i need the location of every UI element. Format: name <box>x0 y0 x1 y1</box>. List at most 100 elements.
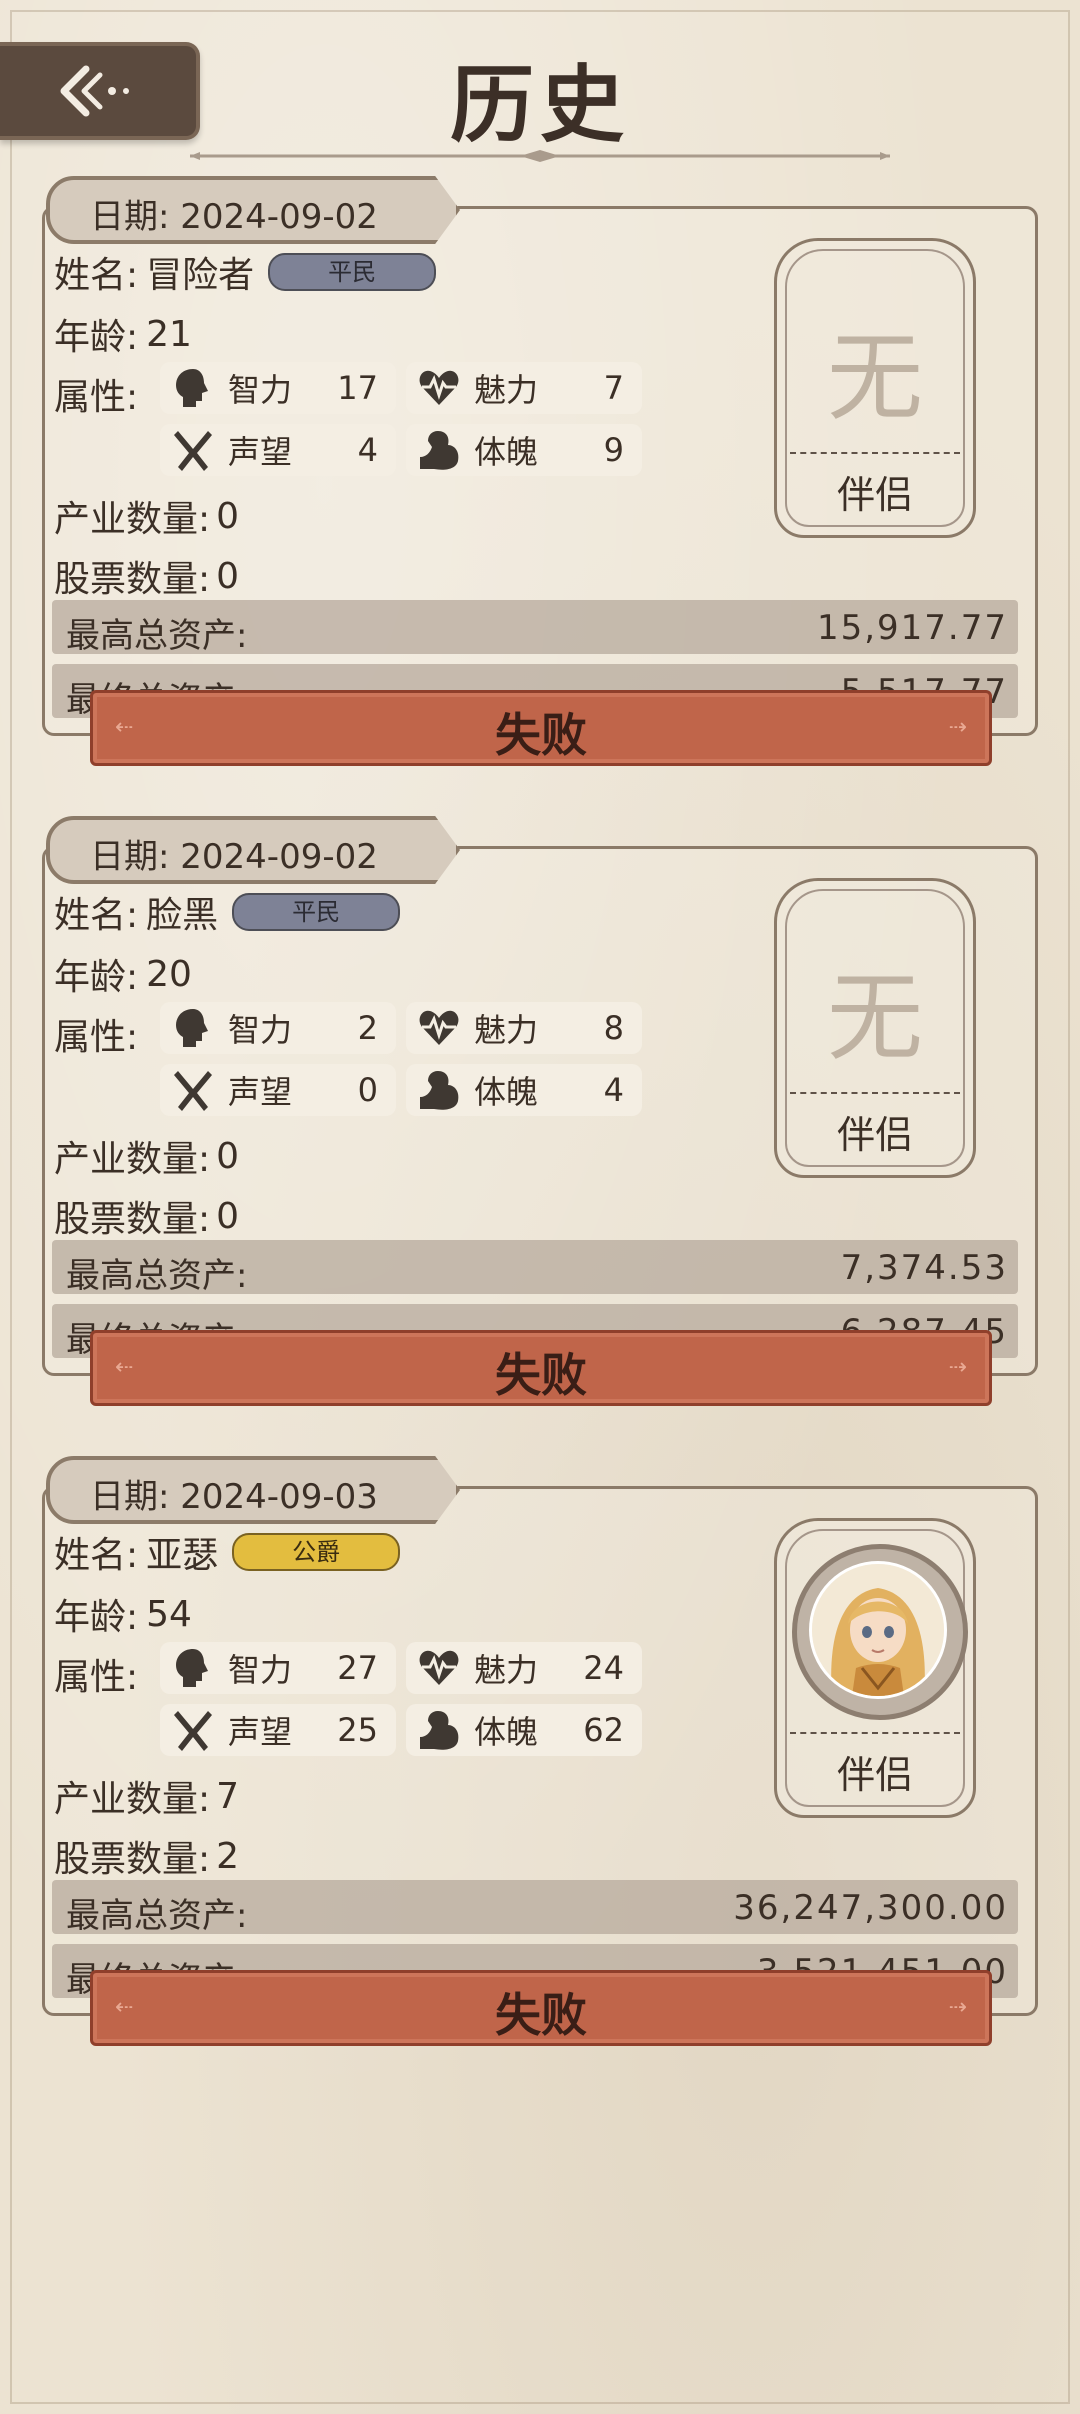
attribute-reputation: 声望 0 <box>160 1064 396 1116</box>
max-assets-row: 最高总资产: 15,917.77 <box>52 600 1018 656</box>
property-count-label: 产业数量: <box>54 1139 211 1180</box>
brain-icon <box>176 369 208 407</box>
history-record-card: 日期: 2024-09-03 姓名: 亚瑟 公爵 年龄: 54 属性: 智力 2… <box>40 1456 1038 2056</box>
rank-badge: 平民 <box>268 253 437 291</box>
age-label: 年龄: <box>54 957 139 998</box>
attribute-charm: 魅力 7 <box>406 362 642 414</box>
no-companion-text: 无 <box>827 322 923 434</box>
max-assets-label: 最高总资产: <box>66 1256 248 1296</box>
date-label: 日期: <box>90 837 170 877</box>
intelligence-value: 27 <box>337 1649 378 1687</box>
companion-portrait[interactable] <box>792 1544 968 1720</box>
reputation-value: 4 <box>357 431 378 469</box>
property-count-value: 7 <box>216 1775 240 1817</box>
attribute-charm: 魅力 24 <box>406 1642 642 1694</box>
companion-divider <box>790 1732 960 1734</box>
age-value: 20 <box>146 953 192 995</box>
date-tab: 日期: 2024-09-02 <box>46 816 460 884</box>
intelligence-value: 2 <box>357 1009 378 1047</box>
attribute-physique: 体魄 4 <box>406 1064 642 1116</box>
stock-count-label: 股票数量: <box>54 1199 211 1240</box>
attribute-physique: 体魄 62 <box>406 1704 642 1756</box>
max-assets-label: 最高总资产: <box>66 616 248 656</box>
max-assets-value: 7,374.53 <box>840 1248 1008 1288</box>
flexed-arm-icon <box>420 1711 459 1750</box>
attribute-reputation: 声望 25 <box>160 1704 396 1756</box>
companion-label: 伴侣 <box>836 1113 913 1157</box>
date-tab: 日期: 2024-09-02 <box>46 176 460 244</box>
flexed-arm-icon <box>420 431 459 470</box>
attribute-charm: 魅力 8 <box>406 1002 642 1054</box>
brain-icon <box>176 1009 208 1047</box>
attributes-label: 属性: <box>54 377 139 418</box>
companion-divider <box>790 452 960 454</box>
max-assets-row: 最高总资产: 36,247,300.00 <box>52 1880 1018 1936</box>
reputation-value: 25 <box>337 1711 378 1749</box>
date-label: 日期: <box>90 197 170 237</box>
intelligence-value: 17 <box>337 369 378 407</box>
companion-slot: 无 伴侣 <box>774 238 976 538</box>
max-assets-value: 36,247,300.00 <box>733 1888 1008 1928</box>
result-banner: ⇠ 失败 ⇢ <box>90 690 992 766</box>
attributes-label: 属性: <box>54 1017 139 1058</box>
result-text: 失败 <box>495 1348 587 1402</box>
age-label: 年龄: <box>54 317 139 358</box>
property-count-value: 0 <box>216 495 240 537</box>
name-label: 姓名: <box>54 255 139 296</box>
title-ornament <box>190 150 890 162</box>
date-value: 2024-09-02 <box>180 197 378 237</box>
page-title: 历史 <box>449 55 630 154</box>
max-assets-label: 最高总资产: <box>66 1896 248 1936</box>
crossed-swords-icon <box>174 431 212 471</box>
brain-icon <box>176 1649 208 1687</box>
name-label: 姓名: <box>54 1535 139 1576</box>
age-value: 21 <box>146 313 192 355</box>
property-count-value: 0 <box>216 1135 240 1177</box>
name-value: 冒险者 <box>146 255 255 296</box>
flexed-arm-icon <box>420 1071 459 1110</box>
date-value: 2024-09-02 <box>180 837 378 877</box>
stock-count-value: 0 <box>216 1195 240 1237</box>
companion-slot[interactable]: 伴侣 <box>774 1518 976 1818</box>
heart-pulse-icon <box>419 1010 459 1045</box>
name-label: 姓名: <box>54 895 139 936</box>
attribute-intelligence: 智力 17 <box>160 362 396 414</box>
stock-count-value: 0 <box>216 555 240 597</box>
date-value: 2024-09-03 <box>180 1477 378 1517</box>
companion-avatar <box>809 1561 947 1699</box>
charm-value: 8 <box>603 1009 624 1047</box>
charm-value: 24 <box>583 1649 624 1687</box>
crossed-swords-icon <box>174 1711 212 1751</box>
right-ornament-icon: ⇢ <box>948 1355 967 1380</box>
property-count-label: 产业数量: <box>54 499 211 540</box>
reputation-value: 0 <box>357 1071 378 1109</box>
name-value: 脸黑 <box>146 895 219 936</box>
max-assets-row: 最高总资产: 7,374.53 <box>52 1240 1018 1296</box>
stock-count-label: 股票数量: <box>54 559 211 600</box>
history-record-card: 日期: 2024-09-02 姓名: 脸黑 平民 年龄: 20 属性: 智力 2… <box>40 816 1038 1416</box>
age-label: 年龄: <box>54 1597 139 1638</box>
companion-slot: 无 伴侣 <box>774 878 976 1178</box>
attribute-intelligence: 智力 2 <box>160 1002 396 1054</box>
attributes-label: 属性: <box>54 1657 139 1698</box>
companion-label: 伴侣 <box>836 1753 913 1797</box>
crossed-swords-icon <box>174 1071 212 1111</box>
companion-divider <box>790 1092 960 1094</box>
right-ornament-icon: ⇢ <box>948 1995 967 2020</box>
attribute-intelligence: 智力 27 <box>160 1642 396 1694</box>
date-tab: 日期: 2024-09-03 <box>46 1456 460 1524</box>
property-count-label: 产业数量: <box>54 1779 211 1820</box>
rank-badge: 平民 <box>232 893 401 931</box>
heart-pulse-icon <box>419 1650 459 1685</box>
rank-badge: 公爵 <box>232 1533 401 1571</box>
attribute-physique: 体魄 9 <box>406 424 642 476</box>
companion-label: 伴侣 <box>836 473 913 517</box>
physique-value: 62 <box>583 1711 624 1749</box>
right-ornament-icon: ⇢ <box>948 715 967 740</box>
charm-value: 7 <box>603 369 624 407</box>
no-companion-text: 无 <box>827 962 923 1074</box>
attribute-reputation: 声望 4 <box>160 424 396 476</box>
stock-count-label: 股票数量: <box>54 1839 211 1880</box>
name-value: 亚瑟 <box>146 1535 219 1576</box>
max-assets-value: 15,917.77 <box>816 608 1008 648</box>
